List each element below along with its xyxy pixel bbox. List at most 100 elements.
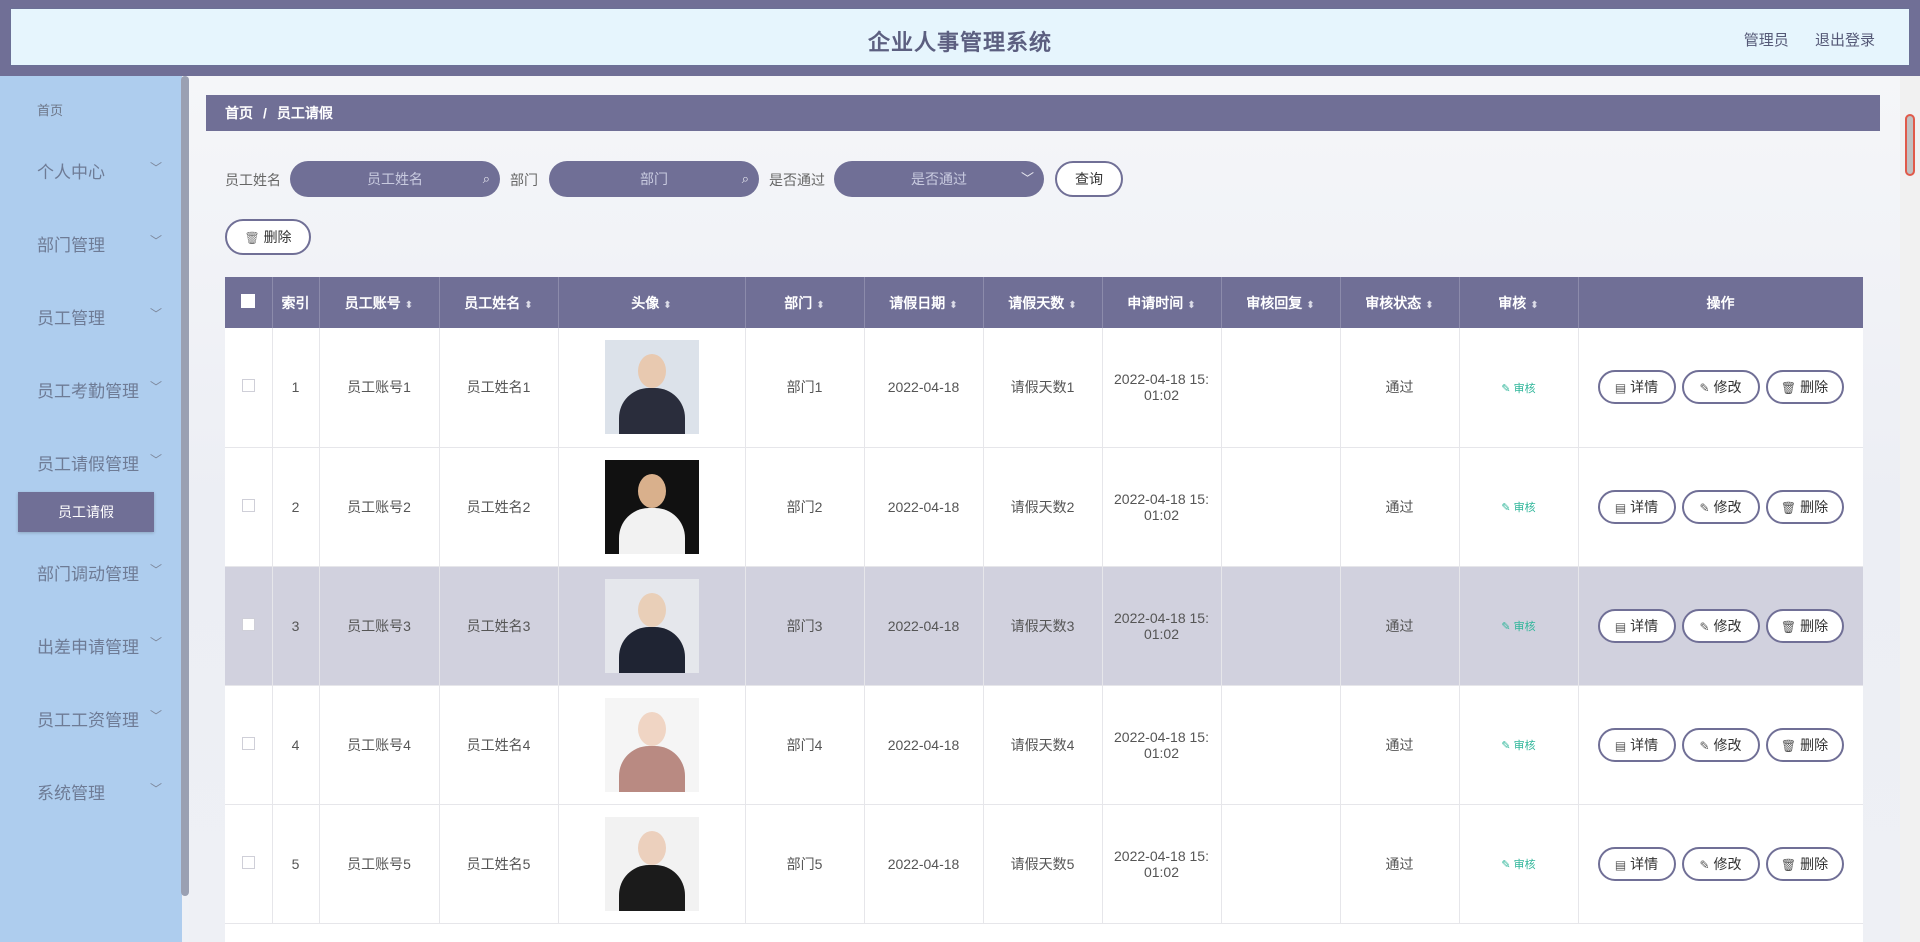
row-checkbox[interactable] bbox=[241, 855, 255, 869]
col-audit[interactable]: 审核 ⬍ bbox=[1459, 277, 1579, 328]
cell-index: 4 bbox=[272, 685, 320, 805]
edit-button[interactable]: ✎ 修改 bbox=[1681, 727, 1760, 762]
sort-icon[interactable]: ⬍ bbox=[1306, 300, 1314, 311]
sidebar-item-dept[interactable]: 部门管理 ﹀ bbox=[37, 231, 162, 256]
table-row[interactable]: 2 员工账号2 员工姓名2 部门2 2022-04-18 请假天数2 2022-04-18 … bbox=[225, 447, 1863, 567]
avatar-body-shape bbox=[618, 745, 685, 792]
row-checkbox[interactable] bbox=[241, 736, 255, 750]
col-name[interactable]: 员工姓名 ⬍ bbox=[439, 277, 559, 328]
audit-link[interactable]: ✎ 审核 bbox=[1501, 621, 1535, 633]
detail-button[interactable]: ▤ 详情 bbox=[1597, 489, 1676, 524]
table-row[interactable]: 1 员工账号1 员工姓名1 部门1 2022-04-18 请假天数1 2022-04-18 … bbox=[225, 328, 1863, 448]
audit-link[interactable]: ✎ 审核 bbox=[1501, 740, 1535, 752]
sidebar-item-attendance[interactable]: 员工考勤管理 ﹀ bbox=[37, 377, 162, 402]
delete-button[interactable]: 🗑 删除 bbox=[1765, 370, 1844, 405]
logout-link[interactable]: 退出登录 bbox=[1815, 32, 1875, 49]
col-apply-time[interactable]: 申请时间 ⬍ bbox=[1102, 277, 1222, 328]
sidebar: 首页 个人中心 ﹀ 部门管理 ﹀ 员工管理 ﹀ 员工考勤管理 ﹀ 员工请假管理 ﹀ 员工请… bbox=[0, 76, 182, 942]
row-checkbox[interactable] bbox=[241, 617, 255, 631]
bulk-delete-button[interactable]: 🗑 删除 bbox=[225, 219, 311, 255]
sidebar-item-salary[interactable]: 员工工资管理 ﹀ bbox=[37, 706, 162, 731]
row-select-cell[interactable] bbox=[225, 566, 273, 686]
col-dept[interactable]: 部门 ⬍ bbox=[745, 277, 865, 328]
edit-button[interactable]: ✎ 修改 bbox=[1681, 846, 1760, 881]
audit-link[interactable]: ✎ 审核 bbox=[1501, 859, 1535, 871]
table-row[interactable]: 3 员工账号3 员工姓名3 部门3 2022-04-18 请假天数3 2022-04-18 … bbox=[225, 566, 1863, 686]
row-select-cell[interactable] bbox=[225, 804, 273, 924]
sidebar-item-personal[interactable]: 个人中心 ﹀ bbox=[37, 158, 162, 183]
col-avatar[interactable]: 头像 ⬍ bbox=[558, 277, 746, 328]
col-date[interactable]: 请假日期 ⬍ bbox=[864, 277, 984, 328]
row-checkbox[interactable] bbox=[241, 379, 255, 393]
delete-button[interactable]: 🗑 删除 bbox=[1765, 727, 1844, 762]
delete-button[interactable]: 🗑 删除 bbox=[1765, 489, 1844, 524]
sidebar-item-employee[interactable]: 员工管理 ﹀ bbox=[37, 304, 162, 329]
row-select-cell[interactable] bbox=[225, 328, 273, 448]
sort-icon[interactable]: ⬍ bbox=[816, 300, 824, 311]
row-checkbox[interactable] bbox=[241, 498, 255, 512]
col-days[interactable]: 请假天数 ⬍ bbox=[983, 277, 1103, 328]
page-scrollbar[interactable] bbox=[1900, 76, 1920, 942]
user-link[interactable]: 管理员 bbox=[1744, 32, 1789, 49]
select-all-cell[interactable] bbox=[225, 277, 273, 328]
detail-button[interactable]: ▤ 详情 bbox=[1597, 370, 1676, 405]
cell-account: 员工账号4 bbox=[319, 685, 440, 805]
edit-button[interactable]: ✎ 修改 bbox=[1681, 489, 1760, 524]
sidebar-scrollbar[interactable] bbox=[181, 76, 189, 896]
avatar[interactable] bbox=[604, 459, 699, 554]
pass-select[interactable]: 是否通过 ﹀ bbox=[834, 161, 1044, 197]
detail-button[interactable]: ▤ 详情 bbox=[1597, 727, 1676, 762]
sidebar-item-leave[interactable]: 员工请假管理 ﹀ bbox=[37, 450, 162, 475]
sort-icon[interactable]: ⬍ bbox=[1425, 300, 1433, 311]
sidebar-item-system[interactable]: 系统管理 ﹀ bbox=[37, 779, 162, 804]
table-row[interactable]: 5 员工账号5 员工姓名5 部门5 2022-04-18 请假天数5 2022-04-18 … bbox=[225, 804, 1863, 924]
sort-icon[interactable]: ⬍ bbox=[1068, 300, 1076, 311]
cell-actions: ▤ 详情 ✎ 修改 🗑 删除 bbox=[1578, 447, 1863, 567]
sort-icon[interactable]: ⬍ bbox=[1530, 300, 1538, 311]
audit-label: 审核 bbox=[1513, 621, 1536, 633]
cell-date: 2022-04-18 bbox=[864, 566, 984, 686]
audit-link[interactable]: ✎ 审核 bbox=[1501, 502, 1535, 514]
sort-icon[interactable]: ⬍ bbox=[524, 300, 532, 311]
cell-apply-time: 2022-04-18 15: 01:02 bbox=[1102, 328, 1222, 448]
avatar[interactable] bbox=[604, 340, 699, 435]
row-select-cell[interactable] bbox=[225, 447, 273, 567]
audit-link[interactable]: ✎ 审核 bbox=[1501, 383, 1535, 395]
sidebar-home[interactable]: 首页 bbox=[37, 100, 63, 119]
dept-search-input[interactable]: 部门 ⌕ bbox=[549, 161, 759, 197]
sort-icon[interactable]: ⬍ bbox=[405, 300, 413, 311]
avatar[interactable] bbox=[604, 697, 699, 792]
delete-button[interactable]: 🗑 删除 bbox=[1765, 608, 1844, 643]
col-reply[interactable]: 审核回复 ⬍ bbox=[1221, 277, 1341, 328]
sort-icon[interactable]: ⬍ bbox=[1187, 300, 1195, 311]
delete-button[interactable]: 🗑 删除 bbox=[1765, 846, 1844, 881]
sidebar-subitem-leave[interactable]: 员工请假 bbox=[18, 492, 154, 532]
avatar[interactable] bbox=[604, 816, 699, 911]
cell-status: 通过 bbox=[1340, 804, 1460, 924]
query-button[interactable]: 查询 bbox=[1055, 161, 1123, 197]
edit-button[interactable]: ✎ 修改 bbox=[1681, 370, 1760, 405]
breadcrumb-home[interactable]: 首页 bbox=[225, 105, 253, 121]
edit-button[interactable]: ✎ 修改 bbox=[1681, 608, 1760, 643]
row-select-cell[interactable] bbox=[225, 685, 273, 805]
trash-icon: 🗑 bbox=[1780, 738, 1797, 753]
edit-icon: ✎ bbox=[1501, 382, 1511, 395]
sidebar-item-trip[interactable]: 出差申请管理 ﹀ bbox=[37, 633, 162, 658]
avatar-head-shape bbox=[637, 354, 666, 389]
detail-button[interactable]: ▤ 详情 bbox=[1597, 846, 1676, 881]
breadcrumb-current: 员工请假 bbox=[276, 105, 333, 121]
sidebar-item-transfer[interactable]: 部门调动管理 ﹀ bbox=[37, 560, 162, 585]
chevron-down-icon: ﹀ bbox=[149, 636, 162, 650]
cell-name: 员工姓名5 bbox=[439, 804, 559, 924]
scrollbar-thumb[interactable] bbox=[1905, 114, 1915, 176]
detail-button[interactable]: ▤ 详情 bbox=[1597, 608, 1676, 643]
avatar[interactable] bbox=[604, 578, 699, 673]
sort-icon[interactable]: ⬍ bbox=[949, 300, 957, 311]
table-row[interactable]: 4 员工账号4 员工姓名4 部门4 2022-04-18 请假天数4 2022-04-18 … bbox=[225, 685, 1863, 805]
name-search-input[interactable]: 员工姓名 ⌕ bbox=[290, 161, 500, 197]
select-all-checkbox[interactable] bbox=[241, 294, 256, 308]
col-account[interactable]: 员工账号 ⬍ bbox=[319, 277, 440, 328]
col-status[interactable]: 审核状态 ⬍ bbox=[1340, 277, 1460, 328]
sort-icon[interactable]: ⬍ bbox=[663, 300, 671, 311]
sidebar-item-label: 个人中心 bbox=[37, 163, 105, 182]
